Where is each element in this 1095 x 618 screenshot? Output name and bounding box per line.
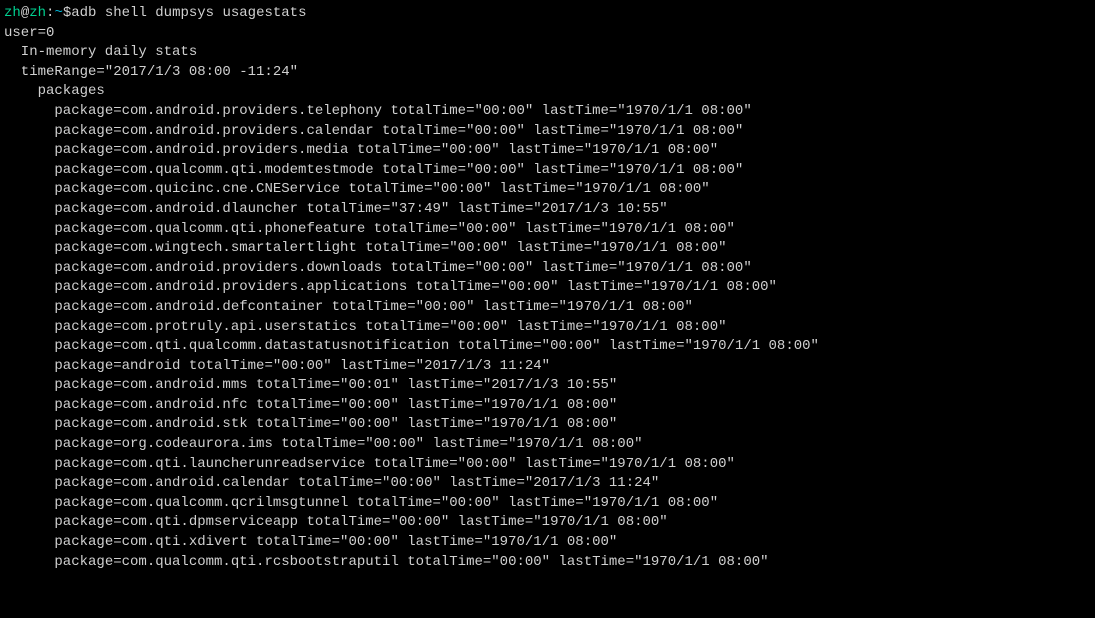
- prompt-host: zh: [29, 5, 46, 21]
- package-row: package=com.quicinc.cne.CNEService total…: [4, 180, 1091, 200]
- package-row: package=com.android.providers.calendar t…: [4, 122, 1091, 142]
- package-row: package=com.qualcomm.qti.rcsbootstraputi…: [4, 553, 1091, 573]
- package-row: package=com.qualcomm.qcrilmsgtunnel tota…: [4, 494, 1091, 514]
- package-row: package=com.android.mms totalTime="00:01…: [4, 376, 1091, 396]
- packages-label: packages: [4, 82, 1091, 102]
- package-row: package=com.android.defcontainer totalTi…: [4, 298, 1091, 318]
- package-row: package=com.android.dlauncher totalTime=…: [4, 200, 1091, 220]
- package-row: package=com.protruly.api.userstatics tot…: [4, 318, 1091, 338]
- package-row: package=org.codeaurora.ims totalTime="00…: [4, 435, 1091, 455]
- package-row: package=com.android.providers.media tota…: [4, 141, 1091, 161]
- package-row: package=com.android.providers.downloads …: [4, 259, 1091, 279]
- package-row: package=com.qti.dpmserviceapp totalTime=…: [4, 513, 1091, 533]
- prompt-dollar: $: [63, 5, 71, 21]
- package-row: package=com.qualcomm.qti.phonefeature to…: [4, 220, 1091, 240]
- prompt-line[interactable]: zh@zh:~$adb shell dumpsys usagestats: [4, 4, 1091, 24]
- package-row: package=com.qti.launcherunreadservice to…: [4, 455, 1091, 475]
- package-row: package=com.android.stk totalTime="00:00…: [4, 415, 1091, 435]
- package-list: package=com.android.providers.telephony …: [4, 102, 1091, 572]
- user-line: user=0: [4, 24, 1091, 44]
- package-row: package=com.qualcomm.qti.modemtestmode t…: [4, 161, 1091, 181]
- time-range: timeRange="2017/1/3 08:00 -11:24": [4, 63, 1091, 83]
- package-row: package=com.wingtech.smartalertlight tot…: [4, 239, 1091, 259]
- package-row: package=com.android.providers.telephony …: [4, 102, 1091, 122]
- package-row: package=com.android.nfc totalTime="00:00…: [4, 396, 1091, 416]
- package-row: package=com.qti.xdivert totalTime="00:00…: [4, 533, 1091, 553]
- stats-title: In-memory daily stats: [4, 43, 1091, 63]
- prompt-path: ~: [54, 5, 62, 21]
- package-row: package=com.qti.qualcomm.datastatusnotif…: [4, 337, 1091, 357]
- package-row: package=android totalTime="00:00" lastTi…: [4, 357, 1091, 377]
- prompt-user: zh: [4, 5, 21, 21]
- prompt-at: @: [21, 5, 29, 21]
- package-row: package=com.android.providers.applicatio…: [4, 278, 1091, 298]
- package-row: package=com.android.calendar totalTime="…: [4, 474, 1091, 494]
- command-text: adb shell dumpsys usagestats: [71, 5, 306, 21]
